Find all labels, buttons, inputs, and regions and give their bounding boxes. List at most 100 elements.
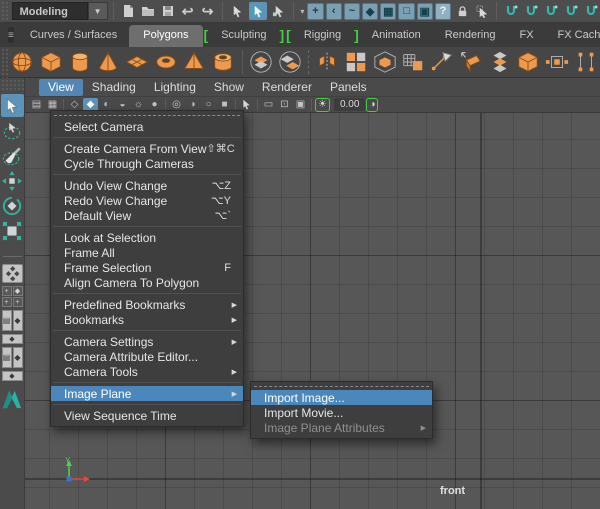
edge-ring-icon[interactable] [543,48,572,76]
panel-menu-view[interactable]: View [39,79,83,96]
tab-polygons[interactable]: Polygons [129,25,202,47]
help-snap-icon[interactable]: ? [435,3,451,20]
smooth-icon[interactable] [370,48,399,76]
poly-torus-icon[interactable] [151,48,180,76]
poly-pipe-icon[interactable] [209,48,238,76]
poly-sphere-icon[interactable] [8,48,37,76]
magnet-icon[interactable] [502,2,520,20]
snap-together-icon[interactable]: ▣ [417,3,433,20]
menu-item-camera-settings[interactable]: Camera Settings ▶ [51,334,243,349]
snap-curve-icon[interactable]: ‹ [326,3,342,20]
poly-pyramid-icon[interactable] [180,48,209,76]
two-pane-outliner-layout-button[interactable]: ▤ ◆ [2,310,23,331]
tab-fx-caching[interactable]: FX Caching [546,25,600,47]
redo-icon[interactable]: ↪ [199,2,217,20]
menu-item-look-at-selection[interactable]: Look at Selection [51,230,243,245]
gamma-icon[interactable]: ◑ [366,98,378,112]
menu-item-camera-attribute-editor[interactable]: Camera Attribute Editor... [51,349,243,364]
grid-plane-icon[interactable] [399,48,428,76]
menuset-dropdown[interactable]: Modeling ▼ [12,2,108,20]
menu-item-predefined-bookmarks[interactable]: Predefined Bookmarks ▶ [51,297,243,312]
grid-layout-icon[interactable]: ▤ [29,98,44,112]
poly-cube-icon[interactable] [37,48,66,76]
toolbox-grip[interactable] [0,78,24,92]
pane-cell[interactable]: + [13,297,23,307]
rotate-tool[interactable] [1,194,24,217]
pane-cell[interactable]: ◆ [13,286,23,296]
snap-plane-icon[interactable]: ◆ [362,3,378,20]
poly-cylinder-icon[interactable] [65,48,94,76]
menu-item-frame-selection[interactable]: Frame Selection F [51,260,243,275]
save-scene-icon[interactable] [159,2,177,20]
magnet-icon[interactable] [522,2,540,20]
subdivide-icon[interactable] [342,48,371,76]
make-live-icon[interactable]: □ [398,3,414,20]
panel-menu-renderer[interactable]: Renderer [253,79,321,96]
wide-layout-button[interactable]: ◆ [2,371,23,381]
combine-icon[interactable] [247,48,276,76]
tearoff-handle[interactable] [54,115,240,116]
menu-item-undo-view-change[interactable]: Undo View Change ⌥Z [51,178,243,193]
select-object-icon[interactable] [249,2,268,20]
select-hierarchy-icon[interactable] [228,2,247,20]
menu-item-camera-tools[interactable]: Camera Tools ▶ [51,364,243,379]
menu-item-align-camera-to-polygon[interactable]: Align Camera To Polygon [51,275,243,290]
toolbar-grip[interactable] [0,47,8,78]
menu-item-create-camera-from-view[interactable]: Create Camera From View ⇧⌘C [51,141,243,156]
menu-item-import-movie[interactable]: Import Movie... [251,405,432,420]
menu-item-import-image[interactable]: Import Image... [251,390,432,405]
magnet-icon[interactable] [562,2,580,20]
menu-item-select-camera[interactable]: Select Camera [51,119,243,134]
select-tool[interactable] [1,94,24,117]
shelf-menu-icon[interactable]: ≡ [8,27,14,43]
menu-item-image-plane[interactable]: Image Plane ▶ [51,386,243,401]
frame-selection-icon[interactable]: ⊡ [277,98,292,112]
highlight-select-icon[interactable] [473,2,491,20]
pane-cell[interactable]: ◆ [13,347,23,368]
menu-item-cycle-through-cameras[interactable]: Cycle Through Cameras [51,156,243,171]
tab-rendering[interactable]: Rendering [433,25,508,47]
new-scene-icon[interactable] [119,2,137,20]
chevron-down-icon[interactable]: ▾ [299,7,305,16]
menu-item-bookmarks[interactable]: Bookmarks ▶ [51,312,243,327]
exposure-icon[interactable]: ☀ [315,98,330,112]
persp-outliner-layout-button[interactable]: ▤ ◆ [2,347,23,368]
multi-cut-icon[interactable] [428,48,457,76]
poly-cone-icon[interactable] [94,48,123,76]
open-scene-icon[interactable] [139,2,157,20]
tab-animation[interactable]: Animation [360,25,433,47]
tearoff-handle[interactable] [254,386,429,387]
menu-item-view-sequence-time[interactable]: View Sequence Time [51,408,243,423]
pane-cell[interactable]: ◆ [13,310,23,331]
magnet-icon[interactable] [542,2,560,20]
menu-item-frame-all[interactable]: Frame All [51,245,243,260]
pane-cell[interactable]: ▤ [2,310,12,331]
extrude-icon[interactable] [456,48,485,76]
mirror-icon[interactable] [313,48,342,76]
panel-menu-lighting[interactable]: Lighting [145,79,205,96]
menu-item-redo-view-change[interactable]: Redo View Change ⌥Y [51,193,243,208]
toolbar-grip[interactable] [0,0,8,22]
snap-point-icon[interactable]: ~ [344,3,360,20]
select-component-icon[interactable] [269,2,288,20]
chevron-down-icon[interactable]: ▼ [88,2,108,20]
magnet-icon[interactable] [582,2,600,20]
pane-cell[interactable]: + [2,297,12,307]
edge-loop-icon[interactable] [571,48,600,76]
panel-menu-shading[interactable]: Shading [83,79,145,96]
poly-plane-icon[interactable] [123,48,152,76]
wide-layout-button[interactable]: ◆ [2,334,23,344]
scale-tool[interactable] [1,219,24,242]
pane-cell[interactable]: ▤ [2,347,12,368]
cube-icon[interactable] [514,48,543,76]
lasso-select-tool[interactable] [1,119,24,142]
paint-select-tool[interactable] [1,144,24,167]
tab-curves-surfaces[interactable]: Curves / Surfaces [18,25,129,47]
snap-view-icon[interactable]: ▦ [380,3,396,20]
separate-icon[interactable] [275,48,304,76]
tab-rigging[interactable]: Rigging [292,25,353,47]
image-plane-toggle-icon[interactable]: ▣ [293,98,308,112]
four-pane-layout-button[interactable]: + ◆ + + [2,286,23,307]
single-pane-layout-button[interactable] [2,264,23,283]
quad-draw-icon[interactable] [485,48,514,76]
